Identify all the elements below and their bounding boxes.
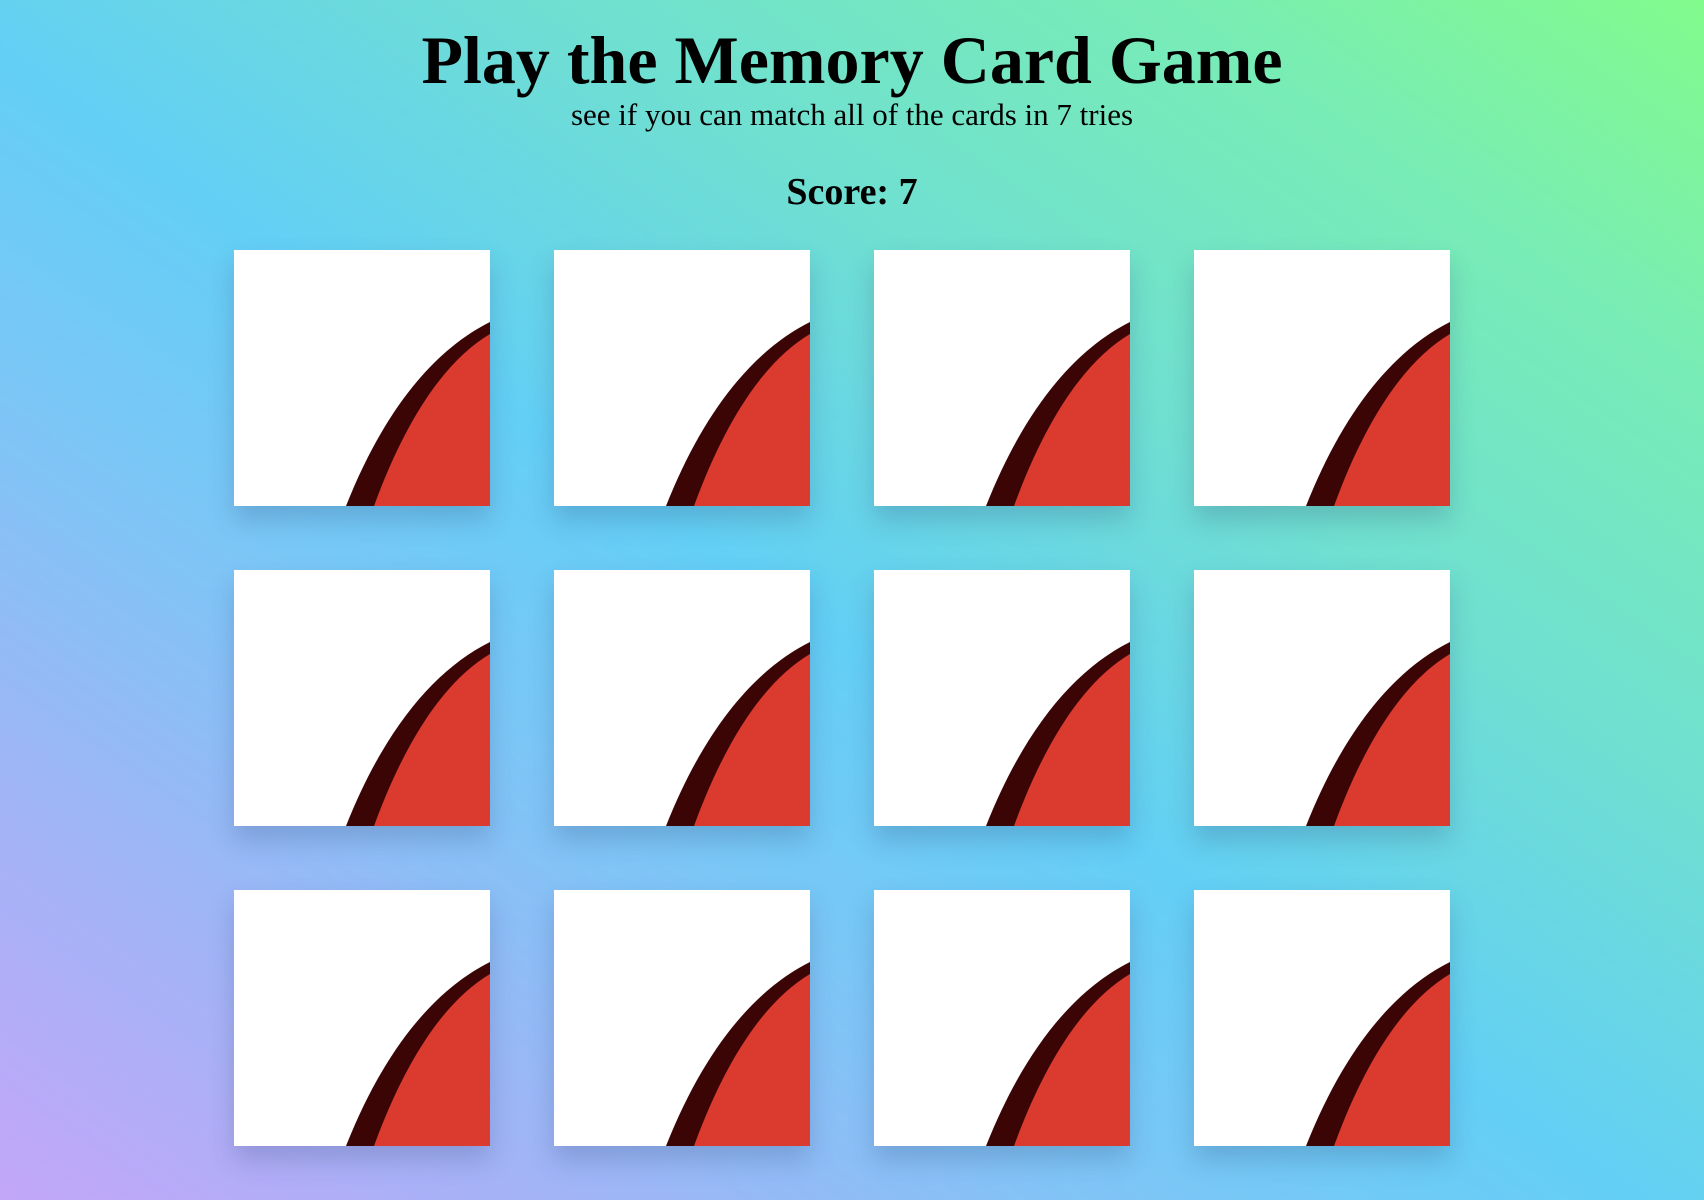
memory-card[interactable] [1194, 570, 1450, 826]
card-grid [234, 250, 1450, 1146]
pokeball-back-icon [234, 890, 490, 1146]
memory-card[interactable] [554, 250, 810, 506]
pokeball-back-icon [554, 570, 810, 826]
pokeball-back-icon [1194, 890, 1450, 1146]
pokeball-back-icon [874, 250, 1130, 506]
page-subtitle: see if you can match all of the cards in… [570, 97, 1134, 132]
memory-card[interactable] [874, 890, 1130, 1146]
pokeball-back-icon [554, 250, 810, 506]
pokeball-back-icon [1194, 250, 1450, 506]
memory-card[interactable] [234, 250, 490, 506]
pokeball-back-icon [234, 570, 490, 826]
memory-card[interactable] [1194, 250, 1450, 506]
pokeball-back-icon [874, 890, 1130, 1146]
page-title: Play the Memory Card Game [421, 22, 1283, 98]
memory-card[interactable] [234, 570, 490, 826]
pokeball-back-icon [1194, 570, 1450, 826]
pokeball-back-icon [874, 570, 1130, 826]
memory-card[interactable] [874, 570, 1130, 826]
memory-card[interactable] [554, 890, 810, 1146]
pokeball-back-icon [234, 250, 490, 506]
memory-card[interactable] [874, 250, 1130, 506]
score-display: Score: 7 [786, 171, 918, 213]
memory-card[interactable] [554, 570, 810, 826]
memory-card[interactable] [234, 890, 490, 1146]
memory-card[interactable] [1194, 890, 1450, 1146]
pokeball-back-icon [554, 890, 810, 1146]
